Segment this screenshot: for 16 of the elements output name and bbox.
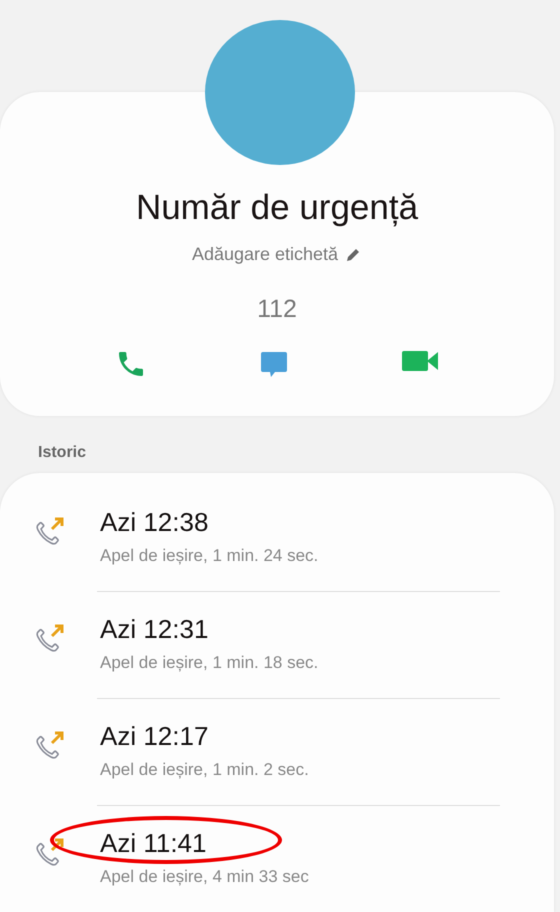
- call-time: Azi 12:17: [100, 721, 210, 752]
- section-title: Istoric: [38, 444, 88, 463]
- call-time: Azi 12:38: [100, 507, 210, 538]
- call-log-item[interactable]: Azi 11:41 Apel de ieșire, 4 min 33 sec: [0, 806, 554, 912]
- call-detail: Apel de ieșire, 1 min. 2 sec.: [100, 760, 309, 780]
- call-detail: Apel de ieșire, 1 min. 24 sec.: [100, 546, 318, 566]
- call-time: Azi 12:31: [100, 614, 210, 645]
- call-detail: Apel de ieșire, 1 min. 18 sec.: [100, 653, 318, 673]
- call-log-item[interactable]: Azi 12:31 Apel de ieșire, 1 min. 18 sec.: [0, 592, 554, 698]
- add-label-button[interactable]: Adăugare etichetă: [192, 244, 362, 266]
- call-log-item[interactable]: Azi 12:38 Apel de ieșire, 1 min. 24 sec.: [0, 485, 554, 591]
- contact-name: Număr de urgență: [136, 188, 418, 228]
- call-time: Azi 11:41: [100, 828, 208, 859]
- phone-number: 112: [257, 295, 297, 324]
- call-detail: Apel de ieșire, 4 min 33 sec: [100, 867, 309, 887]
- call-log-item[interactable]: Azi 12:17 Apel de ieșire, 1 min. 2 sec.: [0, 699, 554, 805]
